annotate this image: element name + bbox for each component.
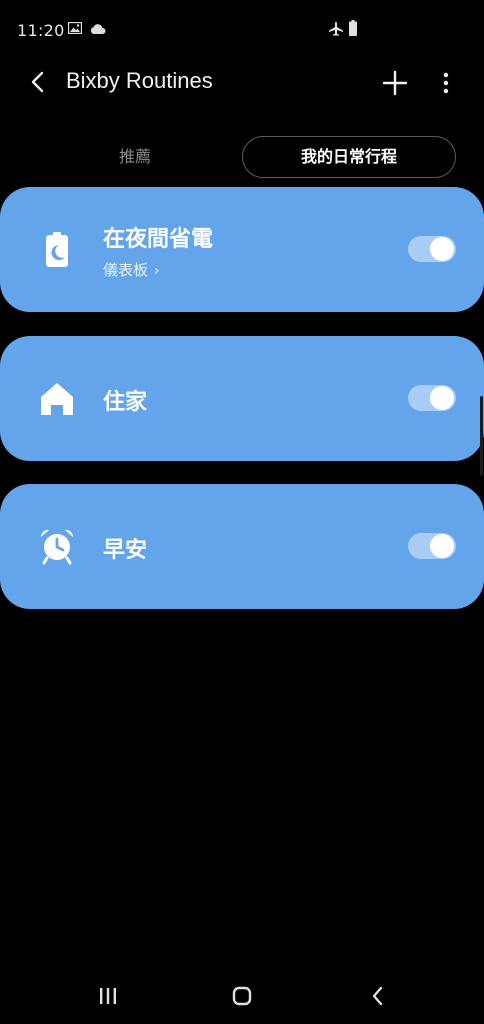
- battery-moon-icon: [46, 232, 68, 267]
- routine-title: 早安: [103, 538, 148, 563]
- status-time: 11:20: [17, 21, 65, 40]
- more-options-button[interactable]: [434, 68, 458, 98]
- routine-card-good-morning[interactable]: 早安: [0, 484, 484, 609]
- tab-my-routines[interactable]: 我的日常行程: [242, 136, 456, 178]
- home-button-icon[interactable]: [230, 984, 254, 1008]
- routine-toggle[interactable]: [408, 385, 456, 411]
- routine-subtitle-label: 儀表板: [103, 261, 149, 279]
- page-title: Bixby Routines: [66, 68, 213, 93]
- toggle-knob: [430, 534, 454, 558]
- add-button[interactable]: [380, 68, 410, 98]
- toggle-knob: [430, 386, 454, 410]
- home-icon: [41, 383, 73, 415]
- recents-icon[interactable]: [96, 984, 120, 1008]
- alarm-clock-icon: [40, 529, 74, 565]
- routine-title: 住家: [103, 390, 148, 415]
- cloud-icon: [90, 24, 106, 34]
- gallery-icon: [68, 22, 82, 34]
- chevron-right-icon: ›: [154, 263, 160, 279]
- tab-recommended[interactable]: 推薦: [30, 137, 240, 177]
- back-nav-icon[interactable]: [366, 984, 390, 1008]
- battery-icon: [349, 20, 357, 36]
- navigation-bar: [0, 970, 484, 1024]
- scrollbar[interactable]: [480, 396, 483, 476]
- routine-toggle[interactable]: [408, 533, 456, 559]
- airplane-icon: [329, 22, 343, 36]
- back-button[interactable]: [22, 66, 54, 98]
- app-bar: Bixby Routines: [0, 56, 484, 110]
- routine-toggle[interactable]: [408, 236, 456, 262]
- routine-card-home[interactable]: 住家: [0, 336, 484, 461]
- status-bar: 11:20: [0, 0, 484, 56]
- routine-card-night-power-saving[interactable]: 在夜間省電 儀表板 ›: [0, 187, 484, 312]
- routine-title: 在夜間省電: [103, 227, 214, 252]
- toggle-knob: [430, 237, 454, 261]
- routine-subtitle[interactable]: 儀表板 ›: [103, 259, 160, 280]
